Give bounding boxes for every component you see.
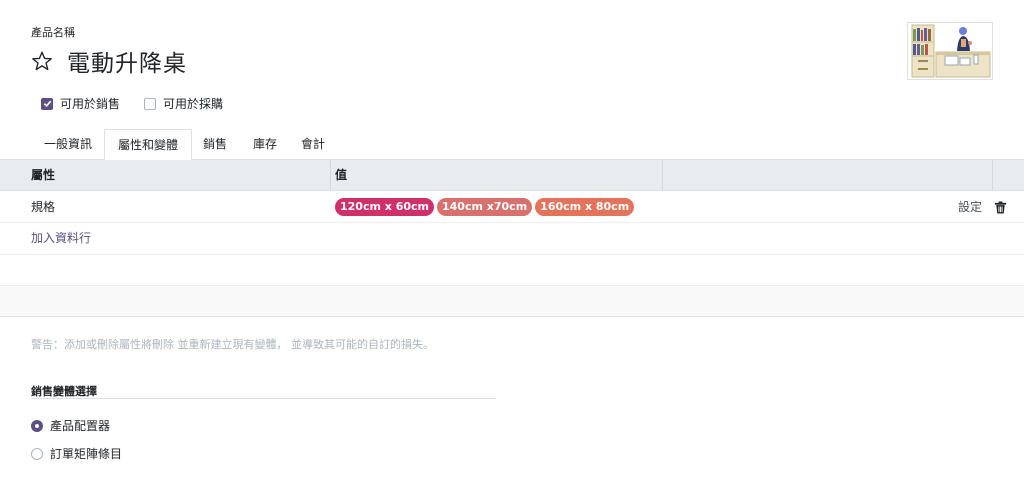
add-line-row: 加入資料行 xyxy=(0,223,1024,255)
radio-label: 產品配置器 xyxy=(50,419,111,433)
tab-accounting[interactable]: 會計 xyxy=(288,129,338,160)
column-divider xyxy=(662,160,663,191)
column-divider xyxy=(992,160,993,191)
tab-attributes-variants[interactable]: 屬性和變體 xyxy=(104,129,193,160)
column-header-value[interactable]: 值 xyxy=(304,160,347,191)
table-row-empty xyxy=(0,255,1024,286)
add-line-button[interactable]: 加入資料行 xyxy=(31,223,91,254)
radio-selected-icon[interactable] xyxy=(31,419,43,432)
attribute-values: 120cm x 60cm 140cm x70cm 160cm x 80cm xyxy=(335,198,635,216)
radio-product-configurator[interactable]: 產品配置器 xyxy=(31,417,110,434)
can-be-sold-label: 可用於銷售 xyxy=(60,97,121,111)
tab-general-info[interactable]: 一般資訊 xyxy=(31,129,105,160)
variant-warning-text: 警告：添加或刪除屬性將刪除 並重新建立現有變體， 並導致其可能的自訂的損失。 xyxy=(31,338,434,351)
checkbox-group: 可用於銷售 可用於採購 xyxy=(41,95,223,112)
trash-icon[interactable] xyxy=(994,201,1007,214)
section-title-sales-variant-selection: 銷售變體選擇 xyxy=(31,385,97,398)
radio-label: 訂單矩陣條目 xyxy=(50,447,123,461)
radio-unselected-icon[interactable] xyxy=(31,447,43,460)
radio-order-grid-entry[interactable]: 訂單矩陣條目 xyxy=(31,445,122,462)
favorite-star-icon[interactable] xyxy=(31,50,53,72)
field-label-product-name: 產品名稱 xyxy=(31,26,75,39)
section-divider xyxy=(31,398,496,399)
can-be-purchased-label: 可用於採購 xyxy=(163,97,224,111)
title-row: 電動升降桌 xyxy=(31,44,187,78)
table-header: 屬性 值 xyxy=(0,159,1024,191)
value-tag[interactable]: 160cm x 80cm xyxy=(535,198,635,216)
configure-button[interactable]: 設定 xyxy=(958,191,982,223)
tab-sales[interactable]: 銷售 xyxy=(190,129,240,160)
checkbox-unchecked-icon[interactable] xyxy=(144,97,157,110)
attribute-name: 規格 xyxy=(31,200,56,214)
value-tag[interactable]: 120cm x 60cm xyxy=(335,198,434,216)
value-tag[interactable]: 140cm x70cm xyxy=(437,198,533,216)
can-be-sold-checkbox[interactable]: 可用於銷售 xyxy=(41,95,120,112)
product-image[interactable] xyxy=(907,22,993,80)
column-header-attribute[interactable]: 屬性 xyxy=(0,160,55,191)
can-be-purchased-checkbox[interactable]: 可用於採購 xyxy=(144,95,223,112)
notebook-tabs: 一般資訊 屬性和變體 銷售 庫存 會計 xyxy=(0,129,1024,160)
attributes-table: 屬性 值 規格 120cm x 60cm 140cm x70cm 160cm x… xyxy=(0,159,1024,317)
table-row[interactable]: 規格 120cm x 60cm 140cm x70cm 160cm x 80cm… xyxy=(0,191,1024,223)
checkbox-checked-icon[interactable] xyxy=(41,97,53,110)
table-row-empty xyxy=(0,286,1024,317)
product-name-field[interactable]: 電動升降桌 xyxy=(67,44,187,78)
tab-inventory[interactable]: 庫存 xyxy=(240,129,290,160)
